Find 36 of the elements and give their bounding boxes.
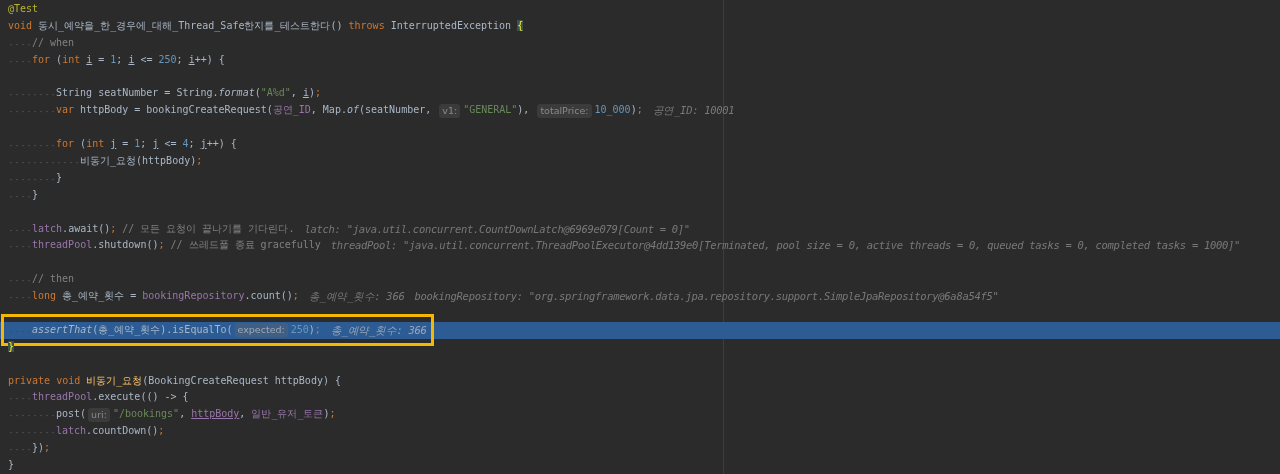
- code-text: "GENERAL"),: [463, 103, 531, 118]
- code-text: threadPool.execute(() -> {: [32, 390, 189, 405]
- code-text: // then: [32, 272, 75, 287]
- code-text: long 총_예약_횟수 = bookingRepository.count();: [32, 289, 299, 304]
- debug-value: bookingRepository: "org.springframework.data.jpa.repository.support.SimpleJpaRepository@6a8a54f5": [414, 289, 999, 305]
- code-text: }: [56, 170, 63, 185]
- parameter-hint: totalPrice:: [537, 103, 592, 118]
- code-text: 비동기_요청(httpBody);: [80, 154, 203, 169]
- code-text: String seatNumber = String.format("A%d", i);: [56, 86, 321, 101]
- code-text: 10_000);: [594, 103, 643, 118]
- code-text: }: [32, 187, 39, 202]
- code-text: private void 비동기_요청(BookingCreateRequest httpBody) {: [8, 373, 341, 389]
- code-text: void 동시_예약을_한_경우에_대해_Thread_Safe한지를_테스트한다() throws InterruptedException {: [8, 18, 524, 34]
- debug-value: 총_예약_횟수: 366: [308, 289, 405, 305]
- code-text: }: [8, 339, 15, 354]
- code-text: }: [8, 458, 15, 473]
- parameter-hint: expected:: [234, 323, 288, 338]
- code-text: for (int j = 1; j <= 4; j++) {: [56, 137, 237, 152]
- code-text: });: [32, 441, 51, 456]
- code-text: for (int i = 1; i <= 250; i++) {: [32, 52, 225, 67]
- code-text: post(: [56, 407, 87, 422]
- code-text: "/bookings", httpBody, 일반_유저_토큰);: [112, 407, 336, 422]
- parameter-hint: v1:: [439, 103, 461, 118]
- code-text: var httpBody = bookingCreateRequest(공연_ID, Map.of(seatNumber,: [56, 103, 433, 118]
- debug-value: threadPool: "java.util.concurrent.ThreadPoolExecutor@4dd139e0[Terminated, pool size = 0, active threads = 0, queued tasks = 0, completed tasks = 1000]": [330, 238, 1241, 254]
- code-text: assertThat(총_예약_횟수).isEqualTo(: [32, 322, 233, 338]
- code-text: threadPool.shutdown(); // 쓰레드풀 종료 gracefully: [32, 238, 321, 253]
- code-text: latch.countDown();: [56, 424, 165, 439]
- code-text: // when: [32, 35, 75, 50]
- code-text: latch.await(); // 모든 요청이 끝나기를 기다린다.: [32, 221, 295, 236]
- debug-value: 공연_ID: 10001: [652, 103, 735, 119]
- parameter-hint: uri:: [88, 407, 110, 422]
- code-text: 250);: [290, 322, 321, 337]
- code-text: @Test: [8, 2, 39, 16]
- debug-value: 총_예약_횟수: 366: [330, 322, 427, 339]
- debug-value: latch: "java.util.concurrent.CountDownLatch@6969e079[Count = 0]": [304, 221, 690, 237]
